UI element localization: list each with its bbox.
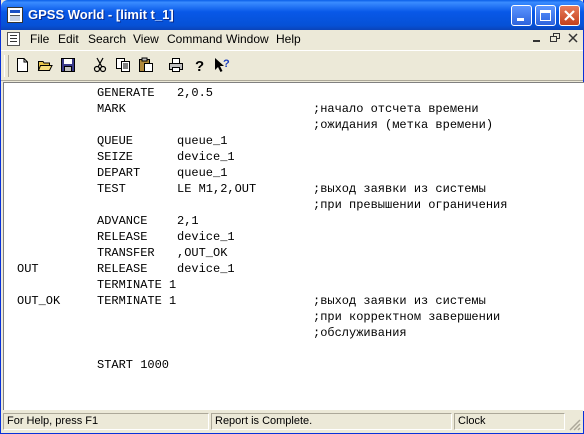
close-icon: [564, 10, 575, 21]
minimize-button[interactable]: [511, 5, 532, 26]
help-icon: ?: [195, 58, 204, 73]
code-operator: RELEASE: [97, 230, 148, 244]
window-title: GPSS World - [limit t_1]: [28, 7, 174, 22]
code-operator: ADVANCE: [97, 214, 148, 228]
code-operator: TERMINATE 1: [97, 294, 177, 308]
minimize-icon: [517, 18, 524, 21]
code-operands: queue_1: [177, 166, 228, 180]
paste-button[interactable]: [135, 54, 157, 76]
cut-icon: [93, 57, 107, 73]
code-operands: device_1: [177, 150, 235, 164]
code-operator: GENERATE: [97, 86, 155, 100]
status-bar: For Help, press F1 Report is Complete. C…: [1, 410, 583, 433]
code-operator: TRANSFER: [97, 246, 155, 260]
toolbar-grip[interactable]: [4, 55, 9, 77]
resize-grip-icon[interactable]: [568, 418, 581, 431]
code-comment: ;ожидания (метка времени): [313, 118, 494, 132]
close-button[interactable]: [559, 5, 580, 26]
code-operator: RELEASE: [97, 262, 148, 276]
code-label: OUT_OK: [17, 294, 61, 308]
child-close-button[interactable]: [565, 32, 581, 46]
menu-bar: File Edit Search View Command Window Hel…: [1, 30, 583, 49]
maximize-button[interactable]: [535, 5, 556, 26]
code-operands: device_1: [177, 262, 235, 276]
menu-view[interactable]: View: [133, 32, 159, 46]
code-operator: DEPART: [97, 166, 141, 180]
app-window: GPSS World - [limit t_1] File Edit Searc…: [0, 0, 584, 434]
code-operator: QUEUE: [97, 134, 134, 148]
help-button[interactable]: ?: [188, 54, 210, 76]
svg-text:?: ?: [195, 58, 204, 73]
copy-icon: [116, 58, 130, 72]
menu-window[interactable]: Window: [226, 32, 269, 46]
code-operator: START 1000: [97, 358, 170, 372]
code-operands: device_1: [177, 230, 235, 244]
status-clock: Clock: [454, 413, 565, 430]
close-icon: [568, 33, 578, 43]
code-comment: ;обслуживания: [313, 326, 407, 340]
code-comment: ;выход заявки из системы: [313, 294, 486, 308]
code-comment: ;начало отсчета времени: [313, 102, 479, 116]
code-operator: TERMINATE 1: [97, 278, 177, 292]
menu-file[interactable]: File: [30, 32, 49, 46]
code-operator: SEIZE: [97, 150, 134, 164]
status-help: For Help, press F1: [3, 413, 209, 430]
menu-command[interactable]: Command: [167, 32, 222, 46]
title-bar[interactable]: GPSS World - [limit t_1]: [1, 0, 584, 30]
document-icon[interactable]: [7, 32, 20, 46]
child-minimize-button[interactable]: [529, 32, 545, 46]
code-operands: 2,0.5: [177, 86, 214, 100]
new-icon: [17, 58, 28, 72]
code-operands: LE M1,2,OUT: [177, 182, 257, 196]
menu-search[interactable]: Search: [88, 32, 126, 46]
restore-icon: [550, 33, 560, 42]
code-operands: queue_1: [177, 134, 228, 148]
menu-edit[interactable]: Edit: [58, 32, 79, 46]
code-comment: ;при корректном завершении: [313, 310, 501, 324]
cut-button[interactable]: [89, 54, 111, 76]
svg-text:?: ?: [223, 58, 230, 70]
code-operator: TEST: [97, 182, 126, 196]
maximize-icon: [540, 10, 551, 21]
save-button[interactable]: [57, 54, 79, 76]
save-icon: [61, 58, 75, 72]
gpss-app-icon[interactable]: [7, 7, 23, 23]
print-button[interactable]: [165, 54, 187, 76]
menu-help[interactable]: Help: [276, 32, 301, 46]
code-comment: ;выход заявки из системы: [313, 182, 486, 196]
paste-icon: [139, 57, 153, 72]
code-label: OUT: [17, 262, 39, 276]
minimize-icon: [533, 40, 540, 42]
context-help-icon: ?: [215, 58, 230, 72]
status-report: Report is Complete.: [211, 413, 452, 430]
context-help-button[interactable]: ?: [211, 54, 233, 76]
code-operator: MARK: [97, 102, 126, 116]
toolbar: ? ?: [1, 50, 583, 81]
new-button[interactable]: [11, 54, 33, 76]
code-comment: ;при превышении ограничения: [313, 198, 508, 212]
open-icon: [37, 61, 53, 71]
code-operands: 2,1: [177, 214, 199, 228]
code-editor[interactable]: GENERATE 2,0.5 MARK ;начало отсчета времени…: [3, 82, 584, 411]
open-button[interactable]: [34, 54, 56, 76]
copy-button[interactable]: [112, 54, 134, 76]
child-restore-button[interactable]: [547, 32, 563, 46]
print-icon: [169, 58, 183, 72]
code-operands: ,OUT_OK: [177, 246, 228, 260]
